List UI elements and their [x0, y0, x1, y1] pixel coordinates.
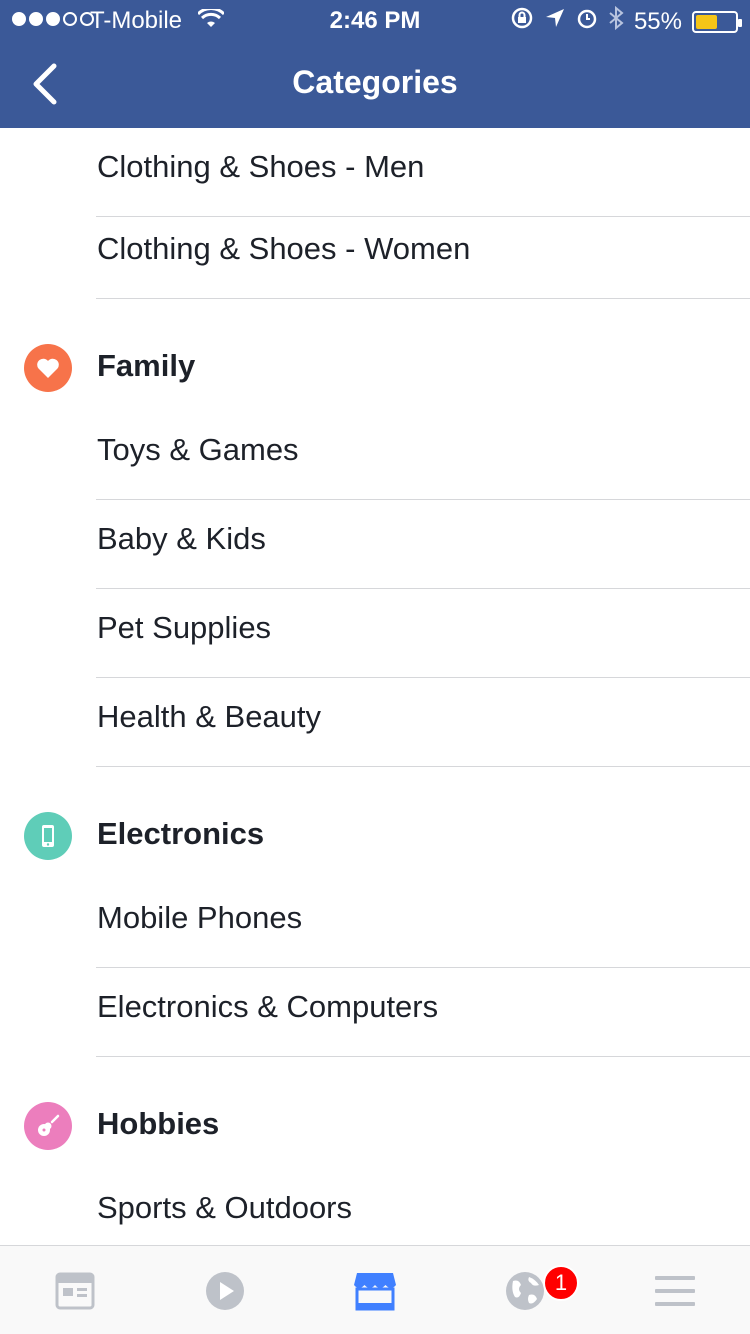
tab-menu[interactable]	[625, 1246, 725, 1334]
section-header-family: Family	[0, 328, 750, 408]
section-title: Hobbies	[97, 1106, 220, 1141]
guitar-icon	[24, 1102, 72, 1150]
section-title: Electronics	[97, 816, 265, 851]
notification-badge: 1	[543, 1265, 579, 1301]
section-header-electronics: Electronics	[0, 796, 750, 876]
list-item-pet-supplies[interactable]: Pet Supplies	[96, 589, 750, 678]
battery-percent: 55%	[633, 7, 682, 35]
rotation-lock-icon	[510, 6, 534, 37]
tab-news-feed[interactable]	[25, 1246, 125, 1334]
battery-icon	[692, 10, 742, 33]
section-header-hobbies: Hobbies	[0, 1086, 750, 1166]
list-item-electronics-computers[interactable]: Electronics & Computers	[96, 968, 750, 1057]
mobile-phone-icon	[24, 812, 72, 860]
list-item-clothing-women[interactable]: Clothing & Shoes - Women	[96, 210, 750, 299]
page-title: Categories	[292, 64, 458, 100]
tab-video[interactable]	[175, 1246, 275, 1334]
list-item-clothing-men[interactable]: Clothing & Shoes - Men	[96, 128, 750, 217]
tab-marketplace[interactable]	[325, 1246, 425, 1334]
list-item-mobile-phones[interactable]: Mobile Phones	[96, 879, 750, 968]
top-bar: T-Mobile 2:46 PM 55% Categories	[0, 0, 750, 128]
bluetooth-icon	[608, 5, 624, 37]
list-item-toys-games[interactable]: Toys & Games	[96, 411, 750, 500]
heart-icon	[24, 344, 72, 392]
menu-icon	[655, 1275, 695, 1306]
category-list: Clothing & Shoes - Men Clothing & Shoes …	[0, 128, 750, 1245]
list-item-sports-outdoors[interactable]: Sports & Outdoors	[96, 1169, 750, 1245]
list-item-baby-kids[interactable]: Baby & Kids	[96, 500, 750, 589]
notifications-globe-icon	[506, 1271, 544, 1310]
list-item-health-beauty[interactable]: Health & Beauty	[96, 678, 750, 767]
marketplace-icon	[354, 1272, 396, 1310]
alarm-icon	[576, 7, 598, 36]
news-feed-icon	[55, 1272, 95, 1309]
status-bar: T-Mobile 2:46 PM 55%	[0, 0, 750, 40]
section-title: Family	[97, 348, 196, 383]
location-arrow-icon	[544, 7, 566, 36]
video-icon	[206, 1271, 244, 1310]
bottom-tab-bar: 1	[0, 1245, 750, 1334]
